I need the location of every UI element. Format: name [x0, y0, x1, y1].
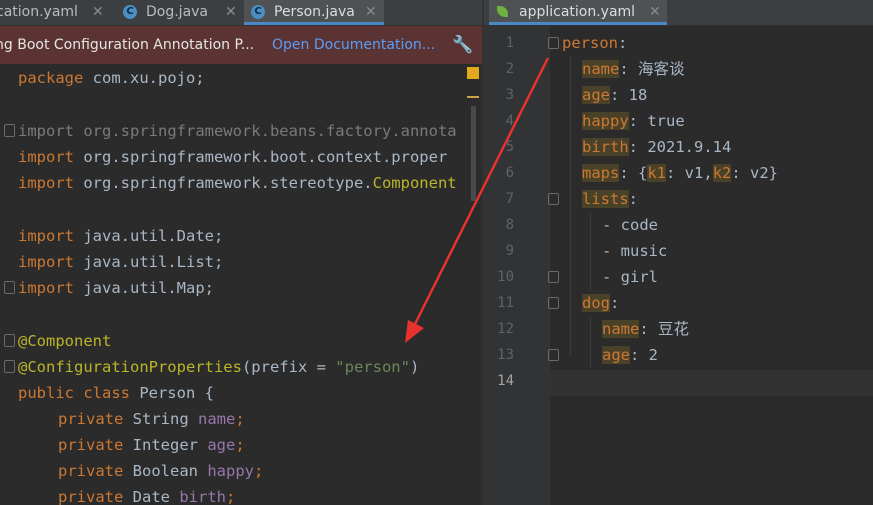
annotation-arrow: [405, 57, 550, 343]
arrow-shaft: [412, 57, 550, 327]
arrow-head: [405, 320, 424, 343]
